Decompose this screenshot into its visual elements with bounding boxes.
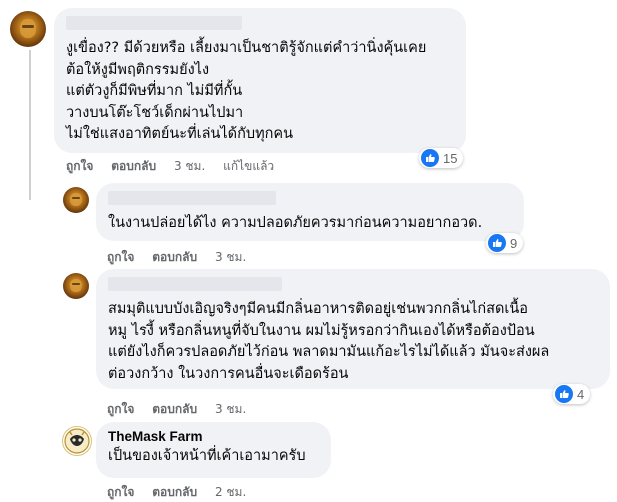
timestamp[interactable]: 3 ชม.: [215, 250, 246, 264]
edited-label[interactable]: แก้ไขแล้ว: [223, 159, 274, 173]
comment-actions: ถูกใจ ตอบกลับ 3 ชม.: [107, 400, 260, 419]
reaction-count: 9: [510, 235, 518, 251]
reply-link[interactable]: ตอบกลับ: [152, 250, 197, 264]
comment-bubble: ในงานปล่อยได้ไง ความปลอดภัยควรมาก่อนความ…: [96, 183, 524, 241]
author-name[interactable]: TheMask Farm: [108, 429, 319, 444]
author-name-redacted[interactable]: [66, 16, 242, 30]
comment-text-line: หมู ไรงี้ หรือกลิ่นหนูที่จับในงาน ผมไม่ร…: [108, 322, 535, 339]
comment-text-line: แต่ตัวงูก็มีพิษที่มาก ไม่มีที่กั้น: [66, 83, 243, 99]
comment-bubble: TheMask Farm เป็นของเจ้าหน้าที่เค้าเอามา…: [96, 422, 331, 478]
comment-text-line: งูเขื่อง?? มีด้วยหรือ เลี้ยงมาเป็นชาติรู…: [66, 40, 427, 56]
like-link[interactable]: ถูกใจ: [66, 159, 93, 173]
reaction-count: 15: [443, 150, 458, 166]
timestamp[interactable]: 2 ชม.: [215, 485, 246, 499]
reply-link[interactable]: ตอบกลับ: [111, 159, 156, 173]
thread-line: [29, 50, 31, 200]
reply-link[interactable]: ตอบกลับ: [152, 402, 197, 416]
comment-actions: ถูกใจ ตอบกลับ 3 ชม. แก้ไขแล้ว: [66, 157, 288, 176]
comment-text-line: แต่ยังไงก็ควรปลอดภัยไว้ก่อน พลาดมามันแก้…: [108, 344, 550, 360]
comment-actions: ถูกใจ ตอบกลับ 3 ชม.: [107, 248, 260, 267]
like-link[interactable]: ถูกใจ: [107, 402, 134, 416]
avatar[interactable]: [63, 187, 89, 213]
timestamp[interactable]: 3 ชม.: [215, 402, 246, 416]
reaction-count: 4: [577, 386, 585, 402]
like-thumb-icon: [555, 385, 573, 403]
comment-text-line: สมมุติแบบบังเอิญจริงๆมีคนมีกลิ่นอาหารติด…: [108, 301, 528, 317]
comment-text-line: ไม่ใช่แสงอาทิตย์นะที่เล่นได้กับทุกคน: [66, 126, 294, 142]
reaction-badge[interactable]: 15: [419, 148, 464, 168]
mask-logo-icon: [64, 428, 90, 454]
reaction-badge[interactable]: 9: [486, 233, 524, 253]
comment-actions: ถูกใจ ตอบกลับ 2 ชม.: [107, 483, 260, 502]
like-link[interactable]: ถูกใจ: [107, 250, 134, 264]
author-name-redacted[interactable]: [108, 191, 276, 205]
comment-bubble: สมมุติแบบบังเอิญจริงๆมีคนมีกลิ่นอาหารติด…: [96, 269, 610, 389]
like-link[interactable]: ถูกใจ: [107, 485, 134, 499]
timestamp[interactable]: 3 ชม.: [174, 159, 205, 173]
comment-text-line: ต้อให้งูมีพฤติกรรมยังไง: [66, 61, 210, 78]
avatar[interactable]: [10, 11, 46, 47]
comment-text-line: เป็นของเจ้าหน้าที่เค้าเอามาครับ: [108, 448, 306, 464]
comment-text-line: วางบนโต๊ะโชว์เด็กผ่านไปมา: [66, 104, 244, 121]
author-name-redacted[interactable]: [108, 277, 282, 291]
comment-bubble: งูเขื่อง?? มีด้วยหรือ เลี้ยงมาเป็นชาติรู…: [54, 8, 466, 153]
comment-text-line: ต่อวงกว้าง ในวงการคนอื่นจะเดือดร้อน: [108, 365, 349, 382]
like-thumb-icon: [421, 149, 439, 167]
reaction-badge[interactable]: 4: [553, 384, 591, 404]
avatar[interactable]: [63, 273, 89, 299]
like-thumb-icon: [488, 234, 506, 252]
reply-link[interactable]: ตอบกลับ: [152, 485, 197, 499]
page-logo-avatar[interactable]: [62, 426, 92, 456]
comment-text-line: ในงานปล่อยได้ไง ความปลอดภัยควรมาก่อนความ…: [108, 215, 483, 231]
